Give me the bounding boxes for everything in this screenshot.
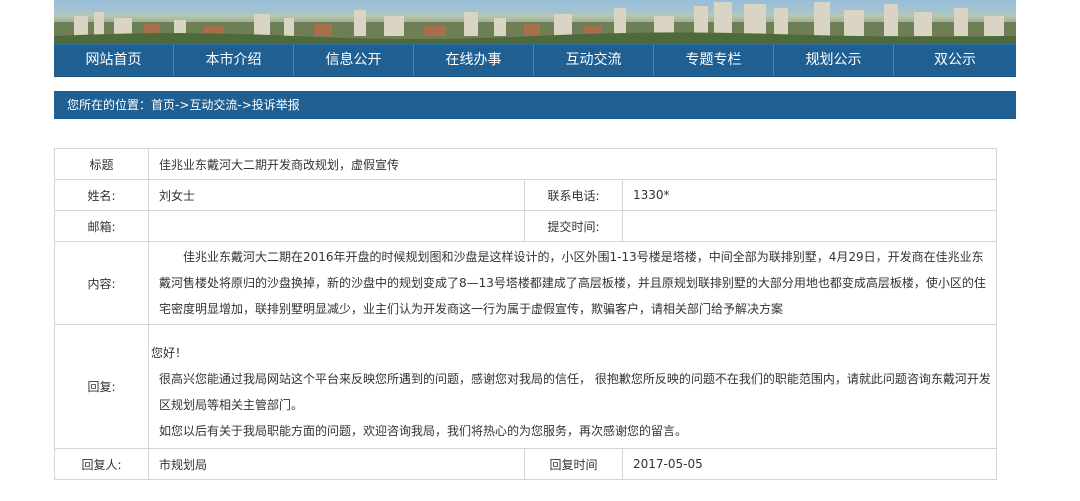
complaint-detail-table: 标题 佳兆业东戴河大二期开发商改规划，虚假宣传 姓名: 刘女士 联系电话: 13… bbox=[54, 148, 998, 480]
city-skyline-graphic bbox=[54, 0, 1016, 44]
reply-greeting: 您好！ bbox=[151, 345, 188, 360]
table-row-replier: 回复人: 市规划局 回复时间 2017-05-05 bbox=[54, 448, 998, 480]
email-value bbox=[148, 210, 525, 242]
reply-paragraph-2: 如您以后有关于我局职能方面的问题，欢迎咨询我局，我们将热心的为您服务，再次感谢您… bbox=[159, 423, 688, 438]
table-row-reply: 回复: 您好！ 很高兴您能通过我局网站这个平台来反映您所遇到的问题，感谢您对我局… bbox=[54, 324, 998, 449]
main-navigation: 网站首页 本市介绍 信息公开 在线办事 互动交流 专题专栏 规划公示 双公示 bbox=[54, 44, 1016, 77]
reply-cell: 您好！ 很高兴您能通过我局网站这个平台来反映您所遇到的问题，感谢您对我局的信任，… bbox=[147, 324, 998, 449]
content-cell: 佳兆业东戴河大二期在2016年开盘的时候规划图和沙盘是这样设计的，小区外围1-1… bbox=[147, 241, 998, 325]
name-value: 刘女士 bbox=[148, 179, 525, 211]
title-label: 标题 bbox=[54, 148, 149, 180]
replier-value: 市规划局 bbox=[148, 448, 525, 480]
reply-label: 回复: bbox=[54, 324, 149, 449]
table-row-content: 内容: 佳兆业东戴河大二期在2016年开盘的时候规划图和沙盘是这样设计的，小区外… bbox=[54, 241, 998, 325]
name-label: 姓名: bbox=[54, 179, 149, 211]
table-row-title: 标题 佳兆业东戴河大二期开发商改规划，虚假宣传 bbox=[54, 148, 998, 180]
phone-label: 联系电话: bbox=[524, 179, 623, 211]
nav-item-info-disclosure[interactable]: 信息公开 bbox=[294, 45, 414, 76]
nav-item-online-services[interactable]: 在线办事 bbox=[414, 45, 534, 76]
nav-item-double-publicity[interactable]: 双公示 bbox=[894, 45, 1016, 76]
city-banner-image bbox=[54, 0, 1016, 44]
nav-item-home[interactable]: 网站首页 bbox=[54, 45, 174, 76]
submit-time-label: 提交时间: bbox=[524, 210, 623, 242]
phone-value: 1330* bbox=[621, 179, 998, 211]
breadcrumb: 您所在的位置：首页->互动交流->投诉举报 bbox=[54, 91, 1016, 119]
reply-body: 您好！ 很高兴您能通过我局网站这个平台来反映您所遇到的问题，感谢您对我局的信任，… bbox=[151, 330, 994, 444]
content-label: 内容: bbox=[54, 241, 149, 325]
content-value: 佳兆业东戴河大二期在2016年开盘的时候规划图和沙盘是这样设计的，小区外围1-1… bbox=[159, 250, 986, 316]
reply-time-label: 回复时间 bbox=[524, 448, 623, 480]
reply-paragraph-1: 很高兴您能通过我局网站这个平台来反映您所遇到的问题，感谢您对我局的信任， 很抱歉… bbox=[159, 371, 991, 412]
replier-label: 回复人: bbox=[54, 448, 149, 480]
table-row-name-phone: 姓名: 刘女士 联系电话: 1330* bbox=[54, 179, 998, 211]
submit-time-value bbox=[621, 210, 998, 242]
nav-item-planning-notices[interactable]: 规划公示 bbox=[774, 45, 894, 76]
title-value: 佳兆业东戴河大二期开发商改规划，虚假宣传 bbox=[147, 148, 998, 180]
nav-item-special-topics[interactable]: 专题专栏 bbox=[654, 45, 774, 76]
nav-item-city-intro[interactable]: 本市介绍 bbox=[174, 45, 294, 76]
nav-item-interaction[interactable]: 互动交流 bbox=[534, 45, 654, 76]
table-row-email-submit-time: 邮箱: 提交时间: bbox=[54, 210, 998, 242]
reply-time-value: 2017-05-05 bbox=[621, 448, 998, 480]
email-label: 邮箱: bbox=[54, 210, 149, 242]
